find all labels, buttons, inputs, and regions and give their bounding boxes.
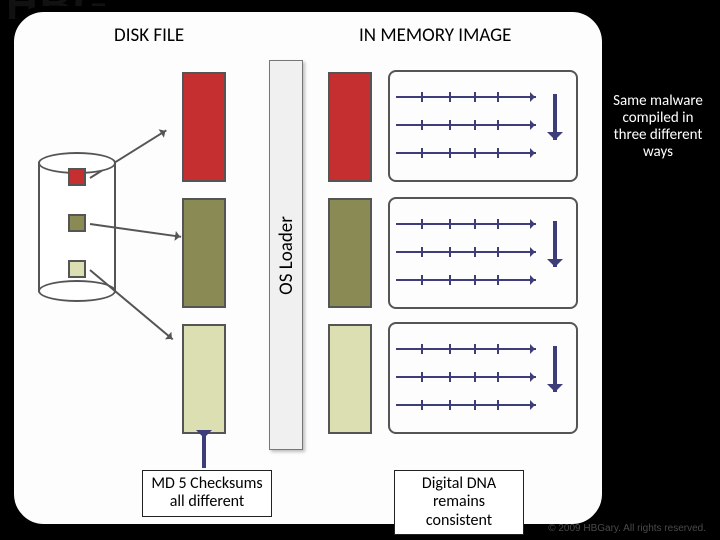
annotation-oval: Same malware compiled in three different…	[604, 62, 712, 192]
ddna-strand-icon	[396, 96, 536, 98]
down-arrow-icon	[548, 346, 562, 400]
heading-disk-file: DISK FILE	[114, 24, 184, 47]
ddna-panel-variant-1	[388, 70, 578, 182]
file-block-variant-3	[182, 324, 226, 434]
down-arrow-icon	[548, 221, 562, 275]
os-loader-bar: OS Loader	[269, 60, 303, 450]
connector-line	[89, 269, 173, 340]
ddna-panel-variant-3	[388, 322, 578, 434]
disk-file-variant-1	[68, 168, 86, 186]
os-loader-label: OS Loader	[275, 216, 298, 295]
diagram-panel: DISK FILE IN MEMORY IMAGE OS Loader	[8, 6, 608, 530]
ddna-strand-icon	[396, 152, 536, 154]
disk-file-variant-2	[68, 214, 86, 232]
ddna-strand-icon	[396, 348, 536, 350]
ddna-strand-icon	[396, 279, 536, 281]
ddna-strand-icon	[396, 404, 536, 406]
down-arrow-icon	[548, 94, 562, 148]
annotation-text: Same malware compiled in three different…	[610, 93, 706, 162]
ddna-strand-icon	[396, 124, 536, 126]
caption-md5: MD 5 Checksums all different	[142, 470, 272, 517]
disk-file-variant-3	[68, 260, 86, 278]
file-block-variant-2	[182, 198, 226, 308]
ddna-strand-icon	[396, 251, 536, 253]
caption-ddna: Digital DNA remains consistent	[394, 470, 524, 535]
ddna-strand-icon	[396, 223, 536, 225]
memory-block-variant-1	[328, 72, 372, 182]
memory-block-variant-3	[328, 324, 372, 434]
ddna-strand-icon	[396, 376, 536, 378]
memory-block-variant-2	[328, 198, 372, 308]
ddna-panel-variant-2	[388, 197, 578, 309]
copyright-text: © 2009 HBGary. All rights reserved.	[548, 523, 706, 534]
file-block-variant-1	[182, 72, 226, 182]
heading-in-memory: IN MEMORY IMAGE	[359, 24, 511, 47]
